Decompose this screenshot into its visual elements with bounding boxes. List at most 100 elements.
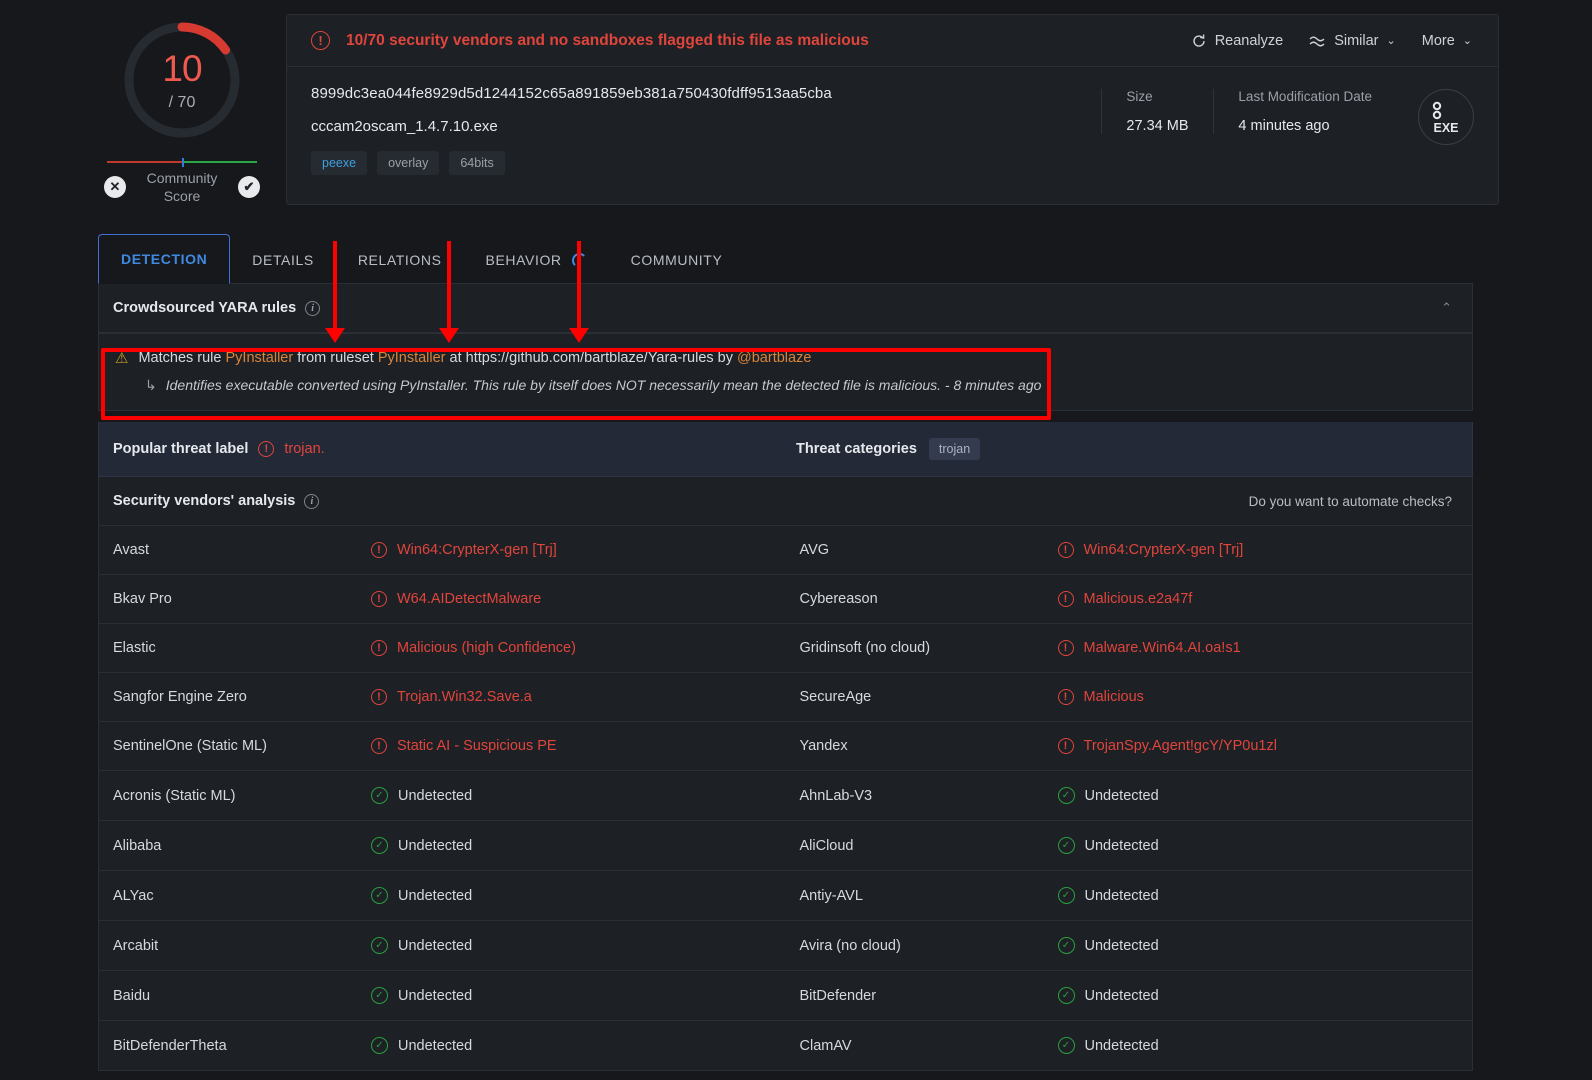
vendor-result-text: Undetected [398, 887, 473, 904]
tab-detection[interactable]: DETECTION [98, 234, 231, 284]
file-tag-overlay[interactable]: overlay [377, 151, 440, 175]
file-tag-peexe[interactable]: peexe [311, 151, 368, 175]
check-circle-icon: ✓ [1057, 987, 1075, 1004]
file-size-label: Size [1126, 89, 1153, 104]
check-circle-icon: ✓ [1057, 1037, 1075, 1054]
malicious-icon: ! [1057, 640, 1074, 656]
community-score-bar [107, 158, 257, 167]
file-hash[interactable]: 8999dc3ea044fe8929d5d1244152c65a891859eb… [311, 85, 1101, 102]
vendors-section-header: Security vendors' analysis i Do you want… [98, 477, 1473, 526]
table-row: Baidu ✓ Undetected BitDefender ✓ Undetected [99, 971, 1472, 1021]
header-actions: Reanalyze Similar ⌄ More ⌄ [1191, 33, 1478, 49]
info-icon[interactable]: i [304, 493, 320, 509]
reanalyze-icon [1193, 34, 1205, 47]
vendor-result-text: Win64:CrypterX-gen [Trj] [1083, 542, 1244, 558]
malicious-icon: ! [371, 738, 387, 754]
automate-checks-link[interactable]: Do you want to automate checks? [1249, 494, 1452, 509]
yara-section-header[interactable]: Crowdsourced YARA rules i ⌃ [98, 284, 1473, 333]
vendor-result-text: TrojanSpy.Agent!gcY/YP0u1zl [1083, 738, 1277, 754]
vendor-cell: Baidu ✓ Undetected [99, 971, 786, 1020]
vendor-cell: AVG! Win64:CrypterX-gen [Trj] [786, 526, 1473, 574]
vendor-result: ✓ Undetected [371, 987, 472, 1004]
chevron-up-icon[interactable]: ⌃ [1441, 300, 1452, 316]
detection-banner-message: ! 10/70 security vendors and no sandboxe… [311, 31, 869, 50]
reanalyze-button[interactable]: Reanalyze [1191, 32, 1284, 49]
vendor-name: Bkav Pro [113, 591, 172, 607]
vendor-cell: Avast! Win64:CrypterX-gen [Trj] [99, 526, 786, 574]
vendor-cell: AhnLab-V3 ✓ Undetected [786, 771, 1473, 820]
vendor-name: AhnLab-V3 [799, 787, 873, 804]
table-row: SentinelOne (Static ML)! Static AI - Susp… [99, 722, 1472, 771]
loading-spinner-icon [571, 252, 587, 268]
community-score-label: Community Score [134, 169, 230, 205]
reanalyze-label: Reanalyze [1214, 32, 1284, 49]
alert-icon: ! [258, 441, 275, 457]
threat-category-chip: trojan [928, 438, 981, 460]
check-circle-icon: ✓ [371, 937, 388, 954]
file-modified-label: Last Modification Date [1238, 89, 1372, 104]
vendor-name: ClamAV [799, 1037, 852, 1054]
similar-button[interactable]: Similar ⌄ [1309, 33, 1396, 49]
vendor-cell: Yandex! TrojanSpy.Agent!gcY/YP0u1zl [786, 722, 1473, 770]
vendor-result-text: Undetected [1084, 787, 1159, 804]
vendor-result: ! Trojan.Win32.Save.a [371, 689, 532, 705]
community-bar-marker [182, 158, 184, 167]
vendor-name: Sangfor Engine Zero [113, 689, 247, 705]
vendor-cell: Cybereason! Malicious.e2a47f [786, 575, 1473, 623]
file-tag-64bits[interactable]: 64bits [449, 151, 505, 175]
file-modified-value: 4 minutes ago [1238, 118, 1330, 134]
virustotal-file-report: 10 / 70 ✕ Community Score ✔ ! 10/70 secu… [0, 0, 1592, 1080]
check-circle-icon: ✓ [371, 787, 388, 804]
vendor-result-text: Undetected [1084, 1037, 1159, 1054]
malicious-icon: ! [1057, 689, 1074, 705]
vendor-name: Arcabit [113, 937, 159, 954]
exe-filetype-icon: EXE [1418, 89, 1474, 145]
file-size-value: 27.34 MB [1126, 118, 1189, 134]
exe-icon-label: EXE [1433, 120, 1459, 135]
vendor-cell: AliCloud ✓ Undetected [786, 821, 1473, 870]
community-bar-negative [107, 161, 182, 163]
file-identity: 8999dc3ea044fe8929d5d1244152c65a891859eb… [311, 85, 1101, 175]
vendor-cell: Antiy-AVL ✓ Undetected [786, 871, 1473, 920]
vendor-cell: ClamAV ✓ Undetected [786, 1021, 1473, 1070]
threat-categories-group: Threat categories trojan [796, 438, 981, 460]
alert-icon: ! [311, 31, 330, 50]
vendor-result-text: Undetected [398, 987, 473, 1004]
info-icon[interactable]: i [305, 300, 321, 316]
more-button[interactable]: More ⌄ [1422, 33, 1472, 49]
vendor-result: ✓ Undetected [1057, 887, 1159, 904]
vendor-cell: Sangfor Engine Zero ! Trojan.Win32.Save.a [99, 673, 786, 721]
vendor-result-text: Undetected [1084, 987, 1159, 1004]
chevron-down-icon: ⌄ [1386, 35, 1396, 47]
vendor-result: ! Malware.Win64.AI.oa!s1 [1057, 640, 1241, 656]
vendor-cell: Avira (no cloud) ✓ Undetected [786, 921, 1473, 970]
detection-gauge: 10 / 70 [120, 18, 244, 142]
vendor-result-text: Malicious (high Confidence) [397, 640, 576, 656]
vendor-name: Avira (no cloud) [799, 937, 901, 954]
thumbs-down-icon[interactable]: ✕ [104, 176, 126, 198]
vendor-name: Gridinsoft (no cloud) [799, 640, 931, 656]
file-metadata: Size 27.34 MB Last Modification Date 4 m… [1101, 85, 1478, 175]
similar-label: Similar [1334, 32, 1379, 49]
community-score-row: ✕ Community Score ✔ [104, 169, 260, 205]
tab-behavior[interactable]: BEHAVIOR [464, 236, 609, 284]
community-label-line2: Score [163, 188, 201, 204]
tab-community[interactable]: COMMUNITY [609, 236, 745, 284]
file-name: cccam2oscam_1.4.7.10.exe [311, 118, 498, 135]
table-row: Alibaba ✓ Undetected AliCloud ✓ Undetected [99, 821, 1472, 871]
detection-count: 10 [162, 48, 202, 89]
table-row: ALYac ✓ Undetected Antiy-AVL ✓ Undetected [99, 871, 1472, 921]
vendor-result-text: Static AI - Suspicious PE [397, 738, 557, 754]
detection-banner: ! 10/70 security vendors and no sandboxe… [287, 15, 1498, 67]
malicious-icon: ! [371, 591, 387, 607]
thumbs-up-icon[interactable]: ✔ [238, 176, 260, 198]
check-circle-icon: ✓ [371, 987, 388, 1004]
report-header: 10 / 70 ✕ Community Score ✔ ! 10/70 secu… [0, 0, 1592, 205]
vendor-result-text: Malicious.e2a47f [1083, 591, 1193, 607]
tab-details[interactable]: DETAILS [230, 236, 336, 284]
check-circle-icon: ✓ [1057, 937, 1075, 954]
vendor-cell: BitDefenderTheta ✓ Undetected [99, 1021, 786, 1070]
vendor-result: ✓ Undetected [1057, 1037, 1159, 1054]
tab-relations[interactable]: RELATIONS [336, 236, 464, 284]
vendor-cell: Bkav Pro! W64.AIDetectMalware [99, 575, 786, 623]
